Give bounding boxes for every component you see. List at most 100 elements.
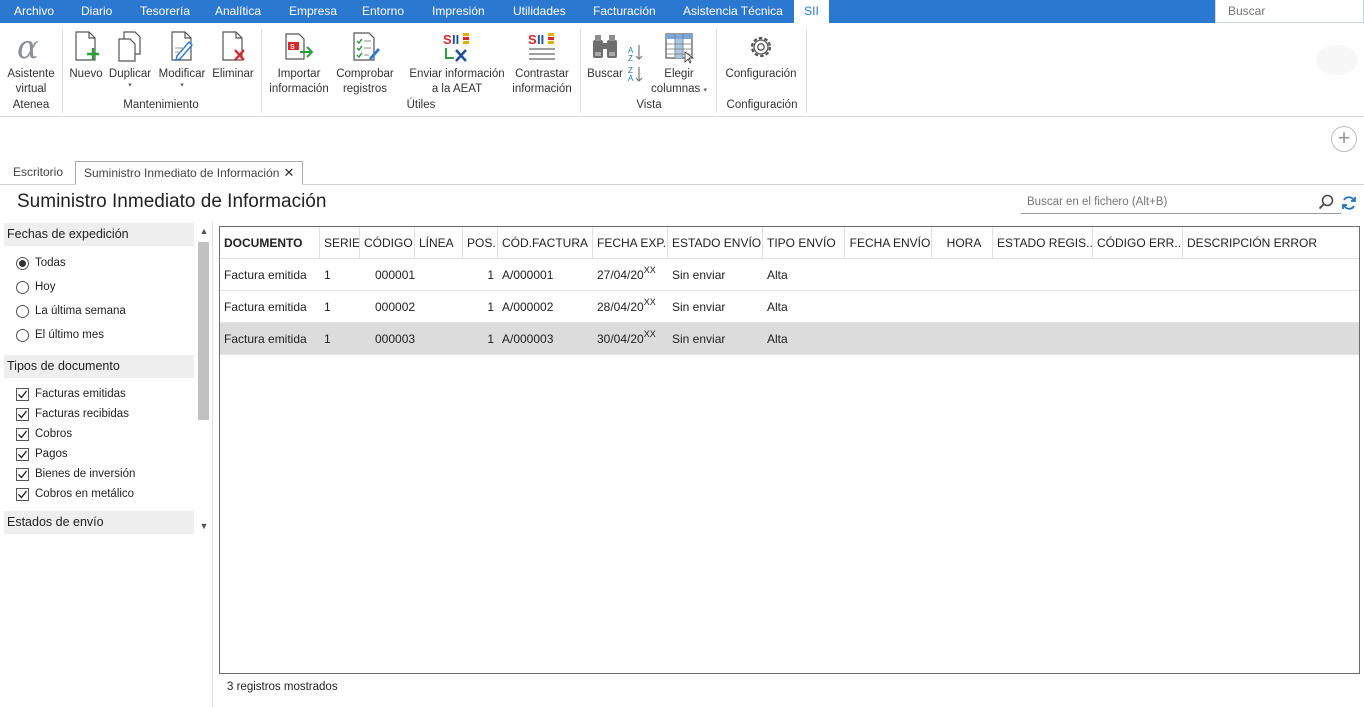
menu-sii[interactable]: SII xyxy=(794,0,829,23)
column-descripcion-error[interactable]: DESCRIPCIÓN ERROR xyxy=(1183,227,1359,259)
cell-fecha-exp-suffix: XX xyxy=(643,297,656,307)
scroll-up-icon[interactable]: ▲ xyxy=(196,226,212,236)
menu-diario[interactable]: Diario xyxy=(81,0,112,23)
group-separator xyxy=(580,29,581,113)
tab-escritorio[interactable]: Escritorio xyxy=(13,161,63,185)
buscar-button[interactable]: Buscar xyxy=(584,27,626,82)
column-cod-factura[interactable]: CÓD.FACTURA xyxy=(498,227,593,259)
add-tab-button[interactable]: + xyxy=(1331,126,1357,152)
column-linea[interactable]: LÍNEA xyxy=(415,227,463,259)
eliminar-label: Eliminar xyxy=(212,68,254,80)
contrastar-informacion-button[interactable]: S II Contrastar información xyxy=(509,27,575,97)
menu-tesoreria[interactable]: Tesorería xyxy=(140,0,190,23)
column-tipo-envio[interactable]: TIPO ENVÍO xyxy=(763,227,845,259)
asistente-virtual-button[interactable]: α Asistente virtual xyxy=(4,27,58,97)
menu-analitica[interactable]: Analítica xyxy=(215,0,261,23)
menu-entorno[interactable]: Entorno xyxy=(362,0,404,23)
cell-codigo: 000002 xyxy=(375,300,416,314)
scroll-down-icon[interactable]: ▼ xyxy=(196,521,212,531)
import-icon: S xyxy=(266,27,332,67)
file-search-input[interactable] xyxy=(1021,191,1311,213)
cell-fecha-exp-date: 27/04/20 xyxy=(597,268,644,282)
column-estado-registro[interactable]: ESTADO REGIS... xyxy=(993,227,1093,259)
sii-send-icon: S II xyxy=(406,27,508,67)
radio-ultima-semana[interactable] xyxy=(16,305,29,318)
table-row-selected[interactable]: Factura emitida 1 000003 1 A/000003 30/0… xyxy=(220,323,1359,355)
cell-estado-envio: Sin enviar xyxy=(672,268,726,282)
comprobar-label-1: Comprobar xyxy=(336,68,394,80)
cell-tipo-envio: Alta xyxy=(767,300,788,314)
enviar-informacion-aeat-button[interactable]: S II Enviar información a la AEAT xyxy=(406,27,508,97)
menu-empresa[interactable]: Empresa xyxy=(289,0,337,23)
table-row[interactable]: Factura emitida 1 000002 1 A/000002 28/0… xyxy=(220,291,1359,323)
menu-bar: Archivo Diario Tesorería Analítica Empre… xyxy=(0,0,1364,23)
cell-serie: 1 xyxy=(324,268,331,282)
column-documento[interactable]: DOCUMENTO xyxy=(220,227,320,259)
column-hora[interactable]: HORA xyxy=(932,227,993,259)
svg-text:A: A xyxy=(628,74,634,83)
edit-document-icon xyxy=(156,27,208,67)
importar-informacion-button[interactable]: S Importar información xyxy=(266,27,332,97)
record-count: 3 registros mostrados xyxy=(227,681,338,693)
checkbox-pagos[interactable] xyxy=(16,448,29,461)
elegir-label-2: columnas ▾ xyxy=(648,82,710,97)
configuracion-button[interactable]: Configuración xyxy=(720,27,802,82)
refresh-icon[interactable] xyxy=(1341,195,1357,214)
menu-facturacion[interactable]: Facturación xyxy=(593,0,656,23)
table-row[interactable]: Factura emitida 1 000001 1 A/000001 27/0… xyxy=(220,259,1359,291)
cell-codigo: 000003 xyxy=(375,332,416,346)
comprobar-label-2: registros xyxy=(342,83,388,95)
column-pos[interactable]: POS. xyxy=(463,227,498,259)
column-serie[interactable]: SERIE xyxy=(320,227,360,259)
group-separator xyxy=(806,29,807,113)
chevron-down-icon: ▾ xyxy=(128,82,132,89)
scrollbar-thumb[interactable] xyxy=(198,242,209,420)
checkbox-cobros-metalico[interactable] xyxy=(16,488,29,501)
elegir-columnas-button[interactable]: Elegir columnas ▾ xyxy=(648,27,710,97)
menu-utilidades[interactable]: Utilidades xyxy=(513,0,566,23)
cell-pos: 1 xyxy=(487,332,494,346)
column-codigo-error[interactable]: CÓDIGO ERR... xyxy=(1093,227,1183,259)
tab-sii[interactable]: Suministro Inmediato de Información ✕ xyxy=(75,161,304,185)
menu-archivo[interactable]: Archivo xyxy=(14,0,54,23)
decorative-shape xyxy=(1316,45,1358,75)
checkbox-facturas-emitidas[interactable] xyxy=(16,388,29,401)
contrastar-label-2: información xyxy=(512,83,572,95)
checkbox-facturas-recibidas[interactable] xyxy=(16,408,29,421)
column-codigo[interactable]: CÓDIGO xyxy=(360,227,415,259)
checkbox-bienes-inversion[interactable] xyxy=(16,468,29,481)
duplicate-icon xyxy=(107,27,153,67)
duplicar-button[interactable]: Duplicar ▾ xyxy=(107,27,153,90)
enviar-label-2: a la AEAT xyxy=(431,83,483,95)
filter-header-tipos[interactable]: Tipos de documento xyxy=(4,355,194,378)
radio-hoy[interactable] xyxy=(16,281,29,294)
checkbox-cobros[interactable] xyxy=(16,428,29,441)
radio-ultimo-mes[interactable] xyxy=(16,329,29,342)
column-fecha-exp[interactable]: FECHA EXP. xyxy=(593,227,668,259)
menu-impresion[interactable]: Impresión xyxy=(432,0,485,23)
menu-asistencia-tecnica[interactable]: Asistencia Técnica xyxy=(683,0,783,23)
filter-header-estados[interactable]: Estados de envío xyxy=(4,511,194,534)
radio-todas[interactable] xyxy=(16,257,29,270)
columns-icon xyxy=(648,27,710,67)
close-icon[interactable]: ✕ xyxy=(283,165,294,180)
sii-contrast-icon: S II xyxy=(509,27,575,67)
sort-button[interactable]: AZZA xyxy=(626,41,646,85)
nuevo-button[interactable]: Nuevo xyxy=(66,27,106,82)
group-label-configuracion: Configuración xyxy=(726,99,798,111)
group-label-atenea: Atenea xyxy=(12,99,50,111)
filter-header-fechas[interactable]: Fechas de expedición xyxy=(4,223,194,246)
column-estado-envio[interactable]: ESTADO ENVÍO xyxy=(668,227,763,259)
file-search xyxy=(1021,191,1341,214)
comprobar-registros-button[interactable]: Comprobar registros xyxy=(334,27,396,97)
check-list-icon xyxy=(334,27,396,67)
eliminar-button[interactable]: Eliminar xyxy=(210,27,256,82)
modificar-button[interactable]: Modificar ▾ xyxy=(156,27,208,90)
column-fecha-envio[interactable]: FECHA ENVÍO xyxy=(845,227,932,259)
grid-header: DOCUMENTO SERIE CÓDIGO LÍNEA POS. CÓD.FA… xyxy=(220,227,1359,259)
search-icon[interactable] xyxy=(1318,194,1334,213)
cell-fecha-exp-date: 30/04/20 xyxy=(597,332,644,346)
global-search-input[interactable] xyxy=(1216,0,1363,21)
filter-scrollbar[interactable]: ▲ ▼ xyxy=(196,222,212,536)
ribbon: α Asistente virtual Atenea Nuevo Duplica… xyxy=(0,23,1364,117)
